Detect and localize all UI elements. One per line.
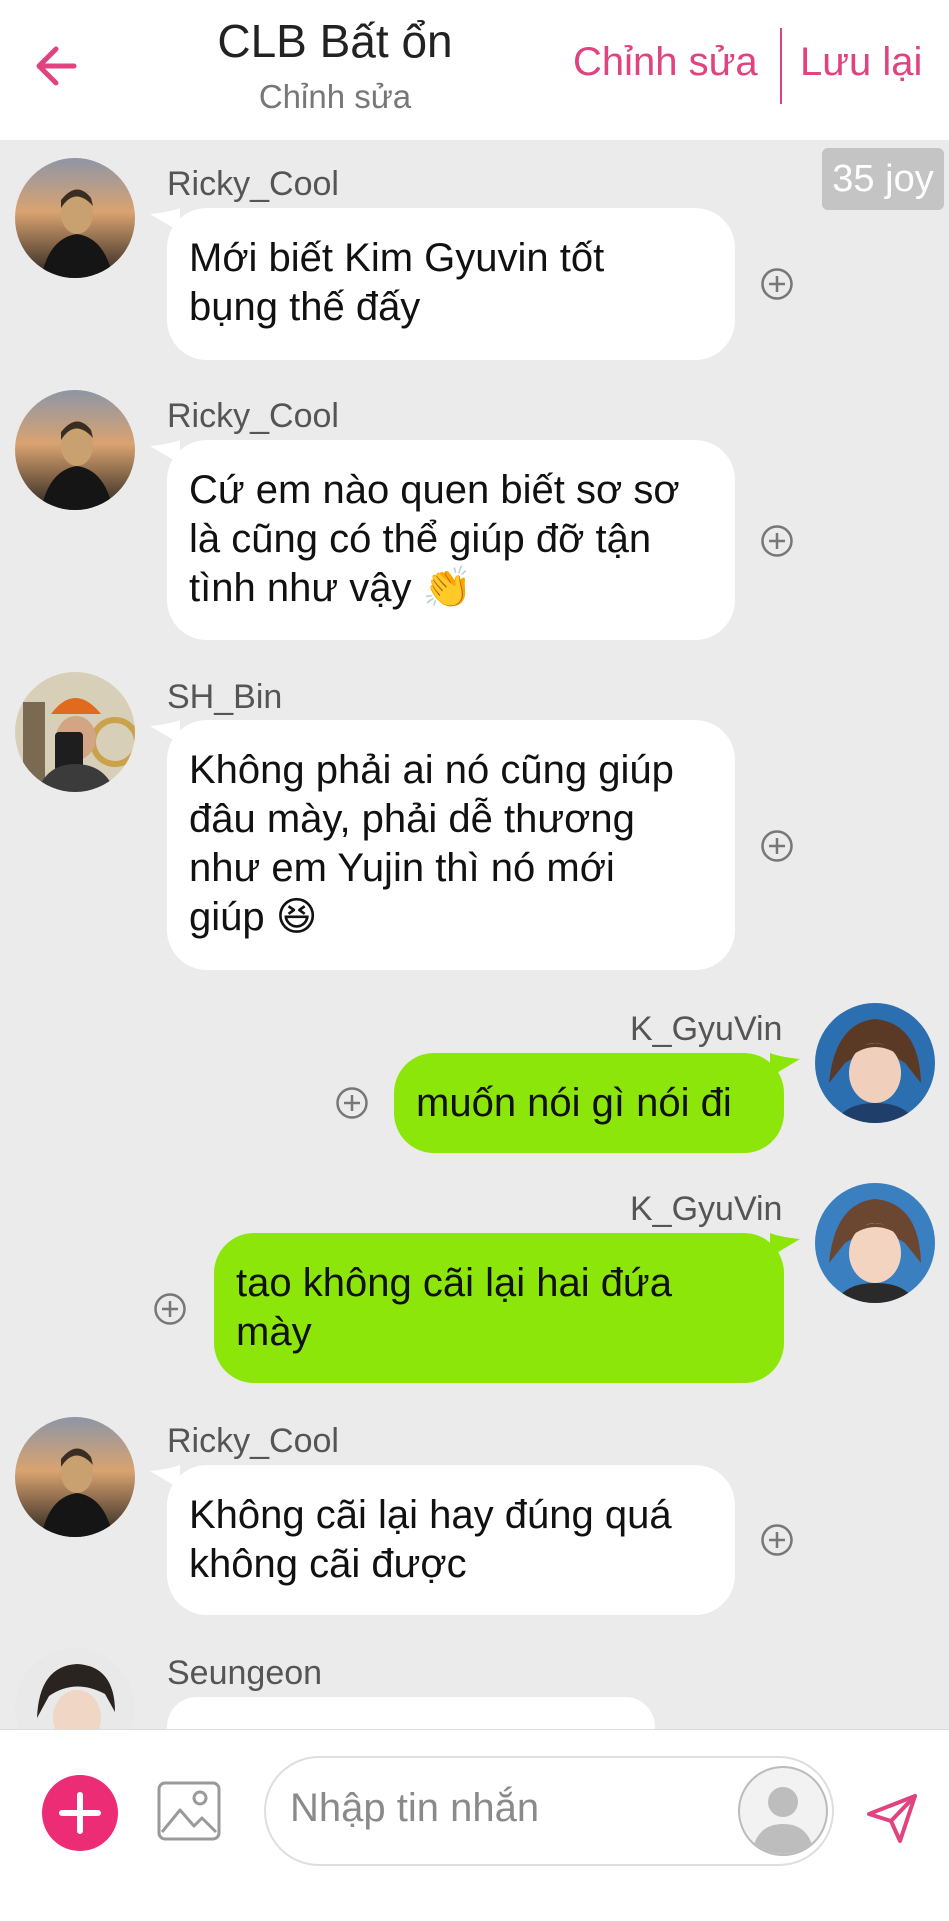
message-line: tao không cãi lại hai đứa <box>236 1261 672 1305</box>
message-bubble[interactable]: Cứ em nào quen biết sơ sơ là cũng có thể… <box>167 440 735 640</box>
avatar-k-gyuvin[interactable] <box>815 1003 935 1123</box>
message-line: Không phải ai nó cũng giúp <box>189 748 674 792</box>
message-bubble[interactable]: tao không cãi lại hai đứa mày <box>214 1233 784 1383</box>
message-line: đâu mày, phải dễ thương <box>189 797 635 841</box>
add-button[interactable] <box>42 1775 118 1851</box>
message-line: Mới biết Kim Gyuvin tốt <box>189 236 605 280</box>
avatar-sh-bin[interactable] <box>15 672 135 792</box>
message-line: như em Yujin thì nó mới <box>189 846 615 890</box>
chat-title: CLB Bất ổn <box>217 15 453 67</box>
avatar-k-gyuvin[interactable] <box>815 1183 935 1303</box>
sender-name: Ricky_Cool <box>167 397 339 435</box>
sender-name: Ricky_Cool <box>167 1422 339 1460</box>
save-button[interactable]: Lưu lại <box>800 40 922 85</box>
add-reaction-icon[interactable] <box>760 524 794 558</box>
add-reaction-icon[interactable] <box>760 1523 794 1557</box>
avatar-ricky-cool[interactable] <box>15 1417 135 1537</box>
message-line: giúp 😆 <box>189 895 318 939</box>
profile-icon[interactable] <box>738 1766 828 1856</box>
sender-name: Seungeon <box>167 1654 323 1692</box>
edit-button[interactable]: Chỉnh sửa <box>573 40 758 85</box>
message-bubble[interactable]: Không cãi lại hay đúng quá không cãi đượ… <box>167 1465 735 1615</box>
message-bubble[interactable]: Mới biết Kim Gyuvin tốt bụng thế đấy <box>167 208 735 360</box>
message-line: bụng thế đấy <box>189 285 421 329</box>
avatar-ricky-cool[interactable] <box>15 158 135 278</box>
message-line: mày <box>236 1310 312 1354</box>
chat-header: CLB Bất ổn Chỉnh sửa Chỉnh sửa Lưu lại <box>0 0 949 140</box>
message-line: muốn nói gì nói đi <box>416 1081 732 1125</box>
add-reaction-icon[interactable] <box>153 1292 187 1326</box>
sender-name: Ricky_Cool <box>167 165 339 203</box>
back-arrow-icon[interactable] <box>30 36 90 96</box>
image-icon[interactable] <box>156 1778 222 1844</box>
message-line: không cãi được <box>189 1542 467 1586</box>
message-line: Cứ em nào quen biết sơ sơ <box>189 468 680 512</box>
add-reaction-icon[interactable] <box>760 267 794 301</box>
message-line: Không cãi lại hay đúng quá <box>189 1493 672 1537</box>
message-bubble[interactable]: Không phải ai nó cũng giúp đâu mày, phải… <box>167 720 735 970</box>
send-icon[interactable] <box>864 1790 920 1846</box>
joy-badge: 35 joy <box>822 148 944 210</box>
message-input-placeholder: Nhập tin nhắn <box>290 1786 540 1830</box>
add-reaction-icon[interactable] <box>335 1086 369 1120</box>
message-bubble[interactable]: muốn nói gì nói đi <box>394 1053 784 1153</box>
sender-name: SH_Bin <box>167 678 283 716</box>
message-line: tình như vậy 👏 <box>189 566 473 610</box>
avatar-ricky-cool[interactable] <box>15 390 135 510</box>
chat-subtitle: Chỉnh sửa <box>258 78 412 115</box>
header-divider <box>780 28 782 104</box>
plus-icon <box>59 1792 101 1834</box>
add-reaction-icon[interactable] <box>760 829 794 863</box>
sender-name: K_GyuVin <box>630 1010 783 1048</box>
message-line: là cũng có thể giúp đỡ tận <box>189 517 652 561</box>
sender-name: K_GyuVin <box>630 1190 783 1228</box>
